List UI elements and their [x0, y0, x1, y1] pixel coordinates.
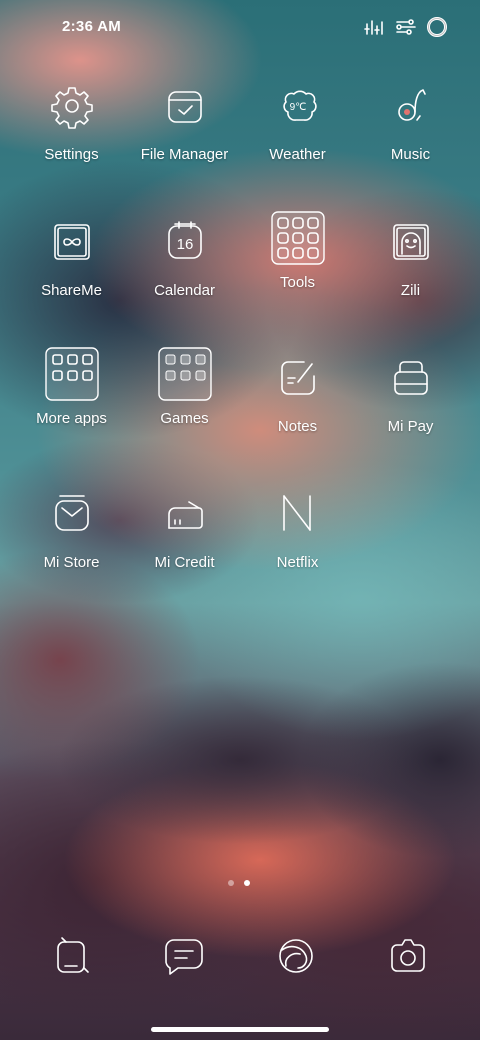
zili-icon — [392, 224, 429, 260]
app-label: File Manager — [140, 146, 229, 163]
home-indicator[interactable] — [151, 1027, 329, 1032]
card-icon — [167, 501, 203, 529]
app-label: Notes — [277, 418, 318, 435]
camera-icon — [391, 939, 425, 972]
app-label: ShareMe — [41, 282, 102, 299]
status-time: 2:36 AM — [62, 18, 122, 35]
svg-text:16: 16 — [176, 236, 193, 253]
app-settings[interactable]: Settings — [15, 82, 128, 163]
app-label: Mi Credit — [154, 554, 215, 571]
page-dot-active[interactable] — [244, 880, 250, 886]
shopping-bag-icon — [54, 495, 89, 531]
app-label: Zili — [400, 282, 421, 299]
notes-icon — [280, 361, 315, 395]
netflix-n-icon — [282, 495, 311, 531]
message-icon — [165, 939, 203, 975]
calendar-icon: 16 — [167, 221, 202, 259]
folder-check-icon — [167, 91, 202, 123]
app-label: Netflix — [276, 554, 319, 571]
app-label: Games — [160, 410, 209, 427]
app-label: Music — [390, 146, 431, 163]
app-shareme[interactable]: ShareMe — [15, 218, 128, 299]
folder-grid-icon — [157, 347, 212, 401]
app-zili[interactable]: Zili — [354, 218, 467, 299]
app-tools[interactable]: Tools — [241, 210, 354, 291]
music-note-icon — [397, 89, 426, 121]
app-more-apps[interactable]: More apps — [15, 346, 128, 427]
page-dot[interactable] — [228, 880, 234, 886]
dock-camera[interactable] — [384, 932, 432, 980]
dock-phone[interactable] — [48, 932, 96, 980]
page-indicator — [228, 880, 250, 886]
browser-icon — [279, 939, 313, 973]
app-notes[interactable]: Notes — [241, 354, 354, 435]
phone-icon — [57, 937, 89, 973]
app-netflix[interactable]: Netflix — [241, 490, 354, 571]
app-label: Mi Pay — [387, 418, 434, 435]
app-mi-credit[interactable]: Mi Credit — [128, 490, 241, 571]
wallet-icon — [393, 361, 428, 395]
app-mi-pay[interactable]: Mi Pay — [354, 354, 467, 435]
equalizer-icon — [364, 20, 383, 35]
app-music[interactable]: Music — [354, 82, 467, 163]
app-label: Settings — [44, 146, 99, 163]
app-weather[interactable]: 9℃ Weather — [241, 82, 354, 163]
ring-icon — [427, 17, 447, 37]
app-label: More apps — [36, 410, 107, 427]
app-label: Mi Store — [43, 554, 100, 571]
app-file-manager[interactable]: File Manager — [128, 82, 241, 163]
dock-browser[interactable] — [272, 932, 320, 980]
dock-messages[interactable] — [160, 932, 208, 980]
app-label: Calendar — [154, 282, 215, 299]
tools-folder-icon — [270, 211, 325, 265]
app-calendar[interactable]: 16 Calendar — [128, 218, 241, 299]
status-bar: 2:36 AM — [0, 0, 480, 56]
status-icons — [364, 16, 448, 38]
folder-grid-icon — [44, 347, 99, 401]
gear-icon — [50, 87, 93, 129]
app-label: Weather — [269, 146, 326, 163]
sliders-icon — [396, 19, 416, 35]
app-mi-store[interactable]: Mi Store — [15, 490, 128, 571]
svg-text:9℃: 9℃ — [289, 102, 306, 113]
app-label: Tools — [279, 274, 316, 291]
infinity-icon — [53, 224, 90, 260]
weather-icon: 9℃ — [282, 90, 317, 121]
app-games[interactable]: Games — [128, 346, 241, 427]
